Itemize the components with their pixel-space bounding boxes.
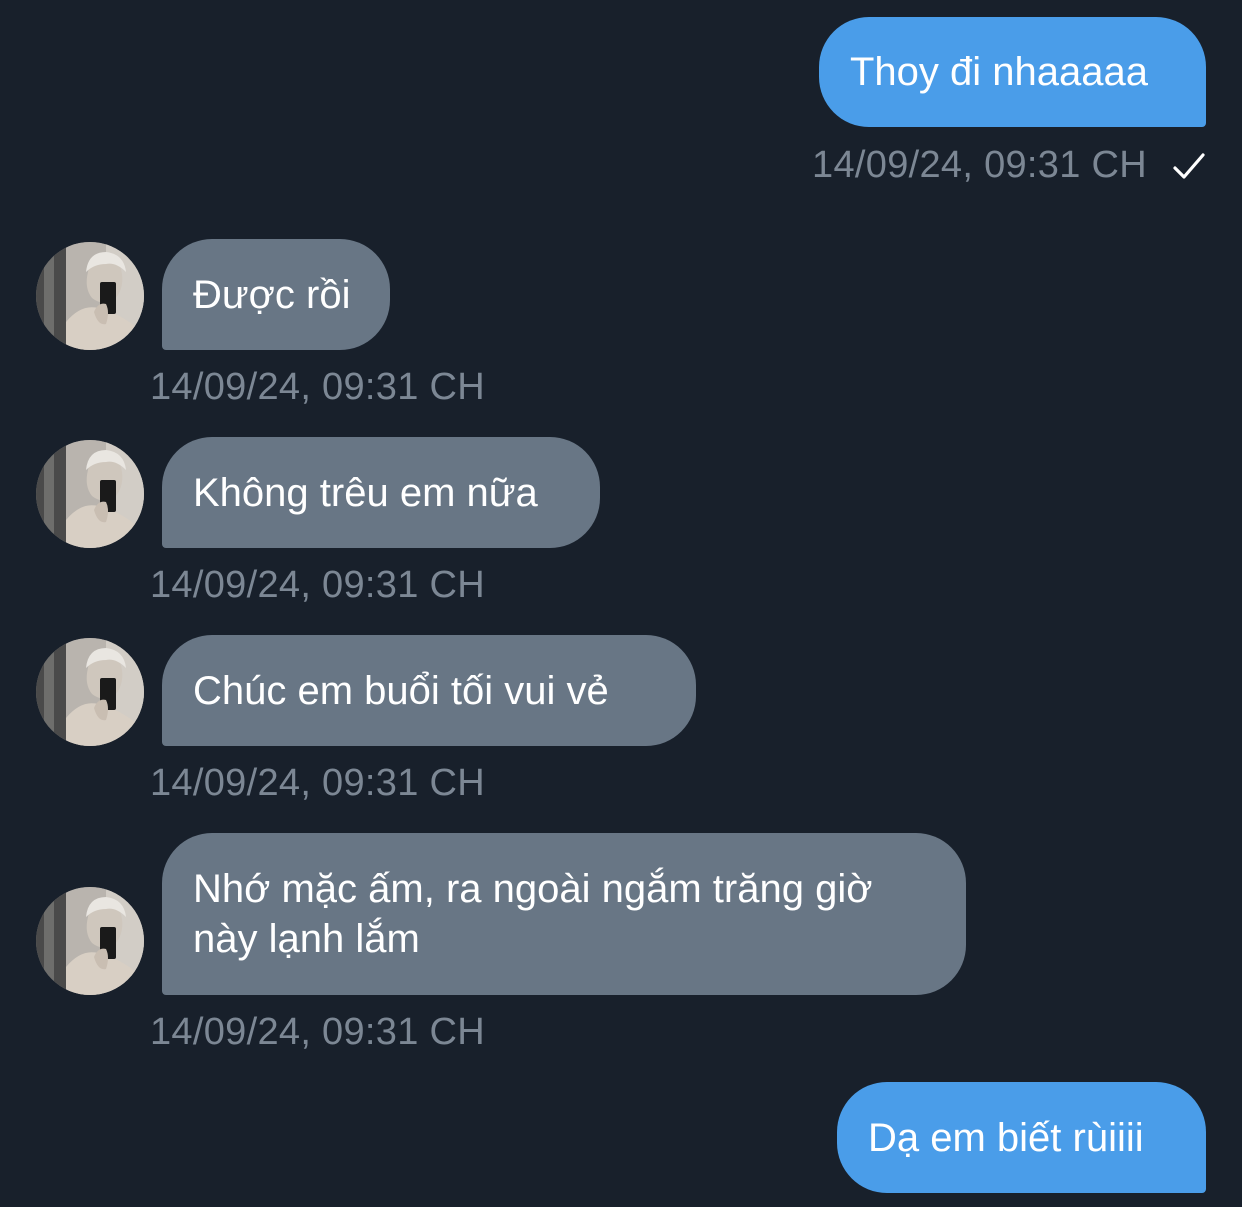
message-text: Chúc em buổi tối vui vẻ	[193, 668, 609, 713]
message-timestamp: 14/09/24, 09:31 CH	[812, 144, 1147, 186]
message-text: Dạ em biết rùiiii	[868, 1115, 1144, 1160]
avatar[interactable]	[36, 638, 144, 746]
incoming-message-bubble[interactable]: Nhớ mặc ấm, ra ngoài ngắm trăng giờ này …	[162, 833, 966, 995]
check-icon	[1173, 153, 1205, 179]
avatar[interactable]	[36, 242, 144, 350]
message-text: Nhớ mặc ấm, ra ngoài ngắm trăng giờ này …	[193, 867, 873, 961]
message-timestamp: 14/09/24, 09:31 CH	[150, 366, 485, 408]
avatar[interactable]	[36, 440, 144, 548]
message-timestamp: 14/09/24, 09:31 CH	[150, 1011, 485, 1053]
message-text: Thoy đi nhaaaaa	[850, 50, 1149, 94]
incoming-message-bubble[interactable]: Chúc em buổi tối vui vẻ	[162, 635, 696, 746]
avatar[interactable]	[36, 887, 144, 995]
message-text: Không trêu em nữa	[193, 470, 538, 515]
outgoing-message-bubble[interactable]: Thoy đi nhaaaaa	[819, 17, 1206, 127]
incoming-message-bubble[interactable]: Được rồi	[162, 239, 390, 350]
incoming-message-bubble[interactable]: Không trêu em nữa	[162, 437, 600, 548]
message-timestamp: 14/09/24, 09:31 CH	[150, 564, 485, 606]
message-text: Được rồi	[193, 272, 351, 317]
message-timestamp: 14/09/24, 09:31 CH	[150, 762, 485, 804]
outgoing-message-bubble[interactable]: Dạ em biết rùiiii	[837, 1082, 1206, 1193]
